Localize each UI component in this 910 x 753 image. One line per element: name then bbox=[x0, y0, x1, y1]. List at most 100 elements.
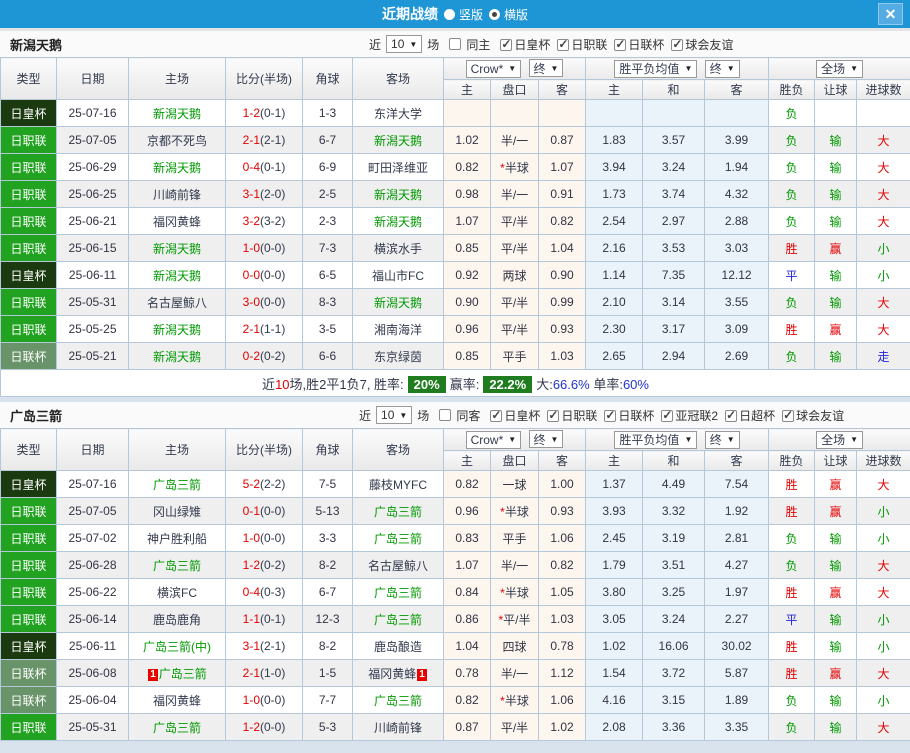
chevron-down-icon: ▼ bbox=[850, 435, 858, 444]
date-cell: 25-06-25 bbox=[56, 180, 129, 208]
league-checkbox-label: 日联杯 bbox=[628, 37, 665, 52]
league-checkbox[interactable] bbox=[782, 408, 795, 422]
odds-line-cell bbox=[490, 99, 539, 127]
team-name-text: 新潟天鹅 bbox=[152, 322, 201, 337]
corners-cell: 3-3 bbox=[302, 524, 353, 552]
summary-text: 单率: bbox=[589, 376, 623, 392]
scope-select[interactable]: 全场 ▼ bbox=[816, 430, 863, 449]
league-checkbox[interactable] bbox=[547, 408, 560, 422]
odds-home-cell: 0.82 bbox=[443, 470, 491, 498]
league-checkbox[interactable] bbox=[604, 408, 617, 422]
table-row: 日职联 25-05-31 广岛三箭 1-2(0-0) 5-3 川崎前锋 0.87 平/半 1.0… bbox=[0, 713, 910, 741]
league-checkbox[interactable] bbox=[661, 408, 674, 422]
team-name-text: 广岛三箭 bbox=[373, 531, 422, 546]
bookmaker-value: Crow* bbox=[470, 432, 504, 447]
result-cell: 胜 bbox=[768, 659, 816, 687]
corners-cell: 8-2 bbox=[302, 632, 353, 660]
score-cell: 0-2(0-2) bbox=[225, 342, 303, 370]
col-mean-draw: 和 bbox=[642, 79, 706, 100]
mean-away-cell: 3.99 bbox=[704, 126, 770, 154]
corners-cell: 6-7 bbox=[302, 578, 353, 606]
radio-horizontal-icon[interactable] bbox=[489, 8, 500, 20]
away-team-cell: 福冈黄蜂 1 bbox=[352, 659, 444, 687]
mean-draw-cell: 3.25 bbox=[642, 578, 706, 606]
mean-draw-cell bbox=[642, 99, 706, 127]
same-venue-checkbox[interactable] bbox=[439, 409, 452, 421]
matches-tbody: 日皇杯 25-07-16 新潟天鹅 1-2(0-1) 1-3 东洋大学负日职联 25-07-… bbox=[0, 99, 910, 397]
odds-line-cell: 平/半 bbox=[490, 713, 539, 741]
corners-cell: 1-5 bbox=[302, 659, 353, 687]
mean-away-cell: 2.27 bbox=[704, 605, 770, 633]
corners-cell: 7-3 bbox=[302, 234, 353, 262]
result-cell: 胜 bbox=[768, 315, 816, 343]
team-name-text: 新潟天鹅 bbox=[152, 160, 201, 175]
mean-home-cell: 2.65 bbox=[585, 342, 644, 370]
league-checkbox[interactable] bbox=[671, 37, 684, 51]
team-name-text: 广岛三箭 bbox=[158, 666, 207, 681]
mean-select[interactable]: 胜平负均值 ▼ bbox=[614, 59, 698, 78]
same-venue-label: 同主 bbox=[466, 37, 491, 52]
date-cell: 25-07-16 bbox=[56, 99, 129, 127]
team-name-text: 广岛三箭 bbox=[152, 558, 201, 573]
recent-count-select[interactable]: 10 ▼ bbox=[376, 406, 413, 424]
recent-label: 近 bbox=[359, 408, 372, 423]
league-checkbox[interactable] bbox=[557, 37, 570, 51]
dialog-title: 近期战绩 bbox=[381, 6, 438, 22]
mean-draw-cell: 3.32 bbox=[642, 497, 706, 525]
radio-vertical[interactable]: 竖版 bbox=[443, 6, 483, 23]
odds-line-cell: 半/一 bbox=[490, 659, 539, 687]
team-name-text: 湘南海洋 bbox=[373, 322, 422, 337]
league-checkbox[interactable] bbox=[725, 408, 738, 422]
team-name-text: 新潟天鹅 bbox=[373, 133, 422, 148]
odds-away-cell: 0.82 bbox=[537, 551, 587, 579]
mean-draw-cell: 3.24 bbox=[642, 605, 706, 633]
radio-vertical-icon[interactable] bbox=[443, 8, 455, 20]
mean-home-cell: 1.14 bbox=[585, 261, 644, 289]
goals-result-cell: 小 bbox=[856, 632, 910, 660]
score-cell: 0-4(0-3) bbox=[225, 578, 303, 606]
table-row: 日职联 25-07-02 神户胜利船 1-0(0-0) 3-3 广岛三箭 0.83 平手 1.0… bbox=[0, 524, 910, 552]
league-checkbox-label: 日皇杯 bbox=[504, 408, 541, 423]
odds-line-cell: 半/一 bbox=[490, 126, 539, 154]
league-checkbox[interactable] bbox=[500, 37, 513, 51]
filter-bar: 近 10 ▼ 场 同主 日皇杯 日职联 日联杯 球会友谊 bbox=[366, 31, 733, 57]
bookmaker-select[interactable]: Crow* ▼ bbox=[465, 59, 522, 78]
goals-result-cell: 小 bbox=[856, 686, 910, 714]
same-venue-checkbox[interactable] bbox=[449, 38, 462, 50]
close-button[interactable]: ✕ bbox=[878, 3, 903, 25]
date-cell: 25-07-16 bbox=[56, 470, 129, 498]
table-row: 日职联 25-06-28 广岛三箭 1-2(0-2) 8-2 名古屋鲸八 1.07 半/一 0.… bbox=[0, 551, 910, 579]
handicap-result-cell: 输 bbox=[814, 288, 858, 316]
away-team-cell: 东京绿茵 bbox=[352, 342, 444, 370]
mean-select[interactable]: 胜平负均值 ▼ bbox=[614, 430, 698, 449]
odds-stage-select[interactable]: 终 ▼ bbox=[528, 59, 564, 78]
col-odds-line: 盘口 bbox=[490, 79, 539, 100]
home-team-cell: 名古屋鲸八 bbox=[128, 288, 226, 316]
type-cell: 日联杯 bbox=[0, 342, 57, 370]
table-row: 日皇杯 25-06-11 广岛三箭(中) 3-1(2-1) 8-2 鹿岛酿造 1.04 四球 0… bbox=[0, 632, 910, 660]
mean-stage-select[interactable]: 终 ▼ bbox=[704, 59, 740, 78]
team-name-text: 广岛三箭 bbox=[152, 720, 201, 735]
col-away: 客场 bbox=[352, 57, 444, 100]
league-checkbox[interactable] bbox=[490, 408, 503, 422]
score-cell: 1-1(0-1) bbox=[225, 605, 303, 633]
mean-stage-select[interactable]: 终 ▼ bbox=[704, 430, 740, 449]
bookmaker-select[interactable]: Crow* ▼ bbox=[465, 430, 522, 449]
col-home: 主场 bbox=[128, 428, 226, 471]
odds-group-header: Crow* ▼ 终 ▼ bbox=[442, 57, 587, 80]
line-text: 半球 bbox=[504, 160, 529, 175]
mean-draw-cell: 3.72 bbox=[642, 659, 706, 687]
table-row: 日联杯 25-06-04 福冈黄蜂 1-0(0-0) 7-7 广岛三箭 0.82 *半球 1.0… bbox=[0, 686, 910, 714]
scope-select[interactable]: 全场 ▼ bbox=[816, 59, 863, 78]
full-score: 1-1 bbox=[242, 612, 260, 626]
radio-horizontal[interactable]: 横版 bbox=[489, 6, 528, 23]
odds-stage-select[interactable]: 终 ▼ bbox=[528, 430, 564, 449]
team-section: 广岛三箭 近 10▼ 场 同客 日皇杯日职联日联杯亚冠联2日超杯球会友谊 类型 … bbox=[0, 402, 910, 741]
col-odds-home: 主 bbox=[443, 450, 491, 471]
table-row: 日职联 25-05-31 名古屋鲸八 3-0(0-0) 8-3 新潟天鹅 0.90 平/半 0.… bbox=[0, 288, 910, 316]
league-checkbox[interactable] bbox=[614, 37, 627, 51]
corners-cell: 2-5 bbox=[302, 180, 353, 208]
team-section: 新潟天鹅 近 10▼ 场 同主 日皇杯日职联日联杯球会友谊 类型 日期 主场 比… bbox=[0, 31, 910, 397]
recent-count-select[interactable]: 10 ▼ bbox=[386, 35, 423, 53]
date-cell: 25-06-22 bbox=[56, 578, 129, 606]
